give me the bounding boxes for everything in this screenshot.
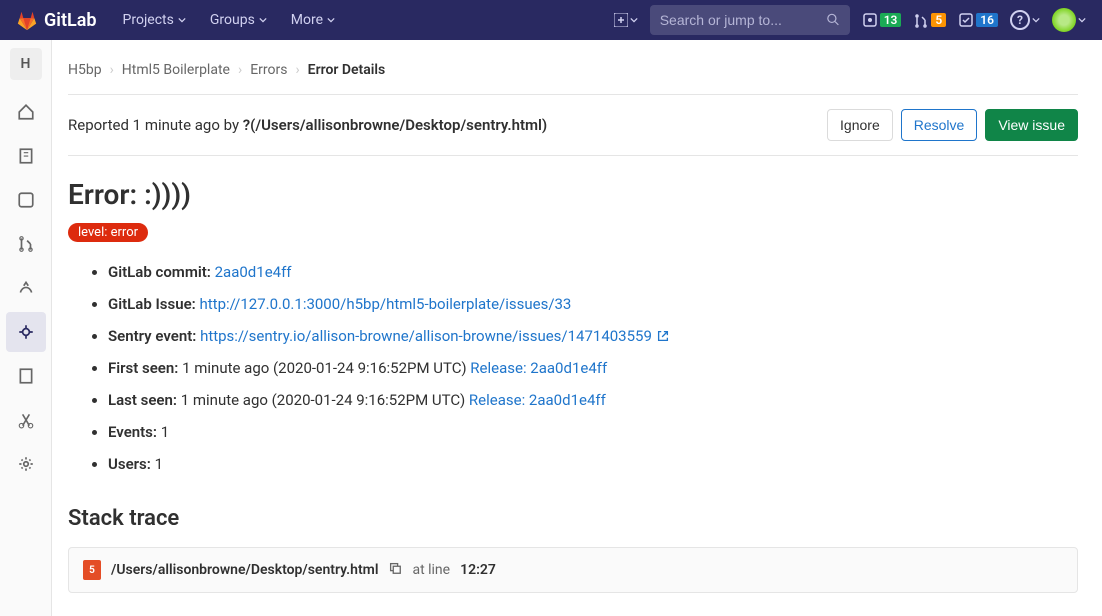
search-box[interactable] [650,5,850,35]
header-row: Reported 1 minute ago by ?(/Users/alliso… [68,94,1078,156]
sidebar-repository[interactable] [6,136,46,176]
issues-badge: 13 [880,13,902,27]
sidebar-operations[interactable] [6,312,46,352]
action-buttons: Ignore Resolve View issue [827,109,1078,141]
merge-request-icon [913,12,929,28]
main-content: H5bp › Html5 Boilerplate › Errors › Erro… [52,40,1102,616]
resolve-button[interactable]: Resolve [901,109,978,141]
sidebar-snippets[interactable] [6,400,46,440]
sentry-link[interactable]: https://sentry.io/allison-browne/allison… [200,327,652,345]
sidebar-settings[interactable] [6,444,46,484]
at-line-label: at line [412,562,450,578]
gitlab-icon [16,9,38,31]
left-sidebar: H [0,40,52,616]
first-release-link[interactable]: Release: 2aa0d1e4ff [470,359,607,377]
issues-icon [862,12,878,28]
chevron-down-icon [1032,16,1040,24]
navbar-left: GitLab Projects Groups More [16,6,345,34]
nav-more[interactable]: More [281,6,345,34]
new-menu[interactable] [614,13,638,27]
layout: H H5bp › Html5 Boilerplate › Errors › Er… [0,40,1102,616]
detail-events: Events: 1 [108,416,1078,448]
chevron-down-icon [1078,16,1086,24]
help-menu[interactable]: ? [1010,10,1040,30]
nav-projects[interactable]: Projects [113,6,196,34]
sidebar-ci[interactable] [6,268,46,308]
issue-link[interactable]: http://127.0.0.1:3000/h5bp/html5-boilerp… [200,295,572,313]
reported-text: Reported 1 minute ago by ?(/Users/alliso… [68,116,547,134]
chevron-down-icon [259,16,267,24]
level-badge: level: error [68,223,148,242]
mr-counter[interactable]: 5 [913,12,946,28]
navbar-right: 13 5 16 ? [614,5,1086,35]
brand-text: GitLab [44,10,97,31]
project-avatar[interactable]: H [10,48,42,80]
breadcrumb-sep: › [110,62,114,78]
chevron-down-icon [327,16,335,24]
breadcrumb-current: Error Details [308,62,386,78]
commit-link[interactable]: 2aa0d1e4ff [215,263,292,281]
todo-badge: 16 [976,13,998,27]
breadcrumb-sep: › [238,62,242,78]
issues-counter[interactable]: 13 [862,12,902,28]
search-icon [827,13,840,27]
ignore-button[interactable]: Ignore [827,109,893,141]
html5-icon: 5 [83,560,101,580]
detail-sentry: Sentry event: https://sentry.io/allison-… [108,320,1078,352]
search-input[interactable] [660,12,827,28]
breadcrumb-project[interactable]: Html5 Boilerplate [122,62,230,78]
sidebar-wiki[interactable] [6,356,46,396]
sidebar-overview[interactable] [6,92,46,132]
detail-last-seen: Last seen: 1 minute ago (2020-01-24 9:16… [108,384,1078,416]
stack-trace-title: Stack trace [68,506,1078,531]
line-number: 12:27 [460,562,496,578]
detail-first-seen: First seen: 1 minute ago (2020-01-24 9:1… [108,352,1078,384]
breadcrumb-errors[interactable]: Errors [250,62,287,78]
stack-frame: 5 /Users/allisonbrowne/Desktop/sentry.ht… [68,547,1078,593]
nav-groups[interactable]: Groups [200,6,277,34]
chevron-down-icon [630,16,638,24]
detail-users: Users: 1 [108,448,1078,480]
todo-counter[interactable]: 16 [958,12,998,28]
breadcrumb: H5bp › Html5 Boilerplate › Errors › Erro… [68,52,1078,94]
last-release-link[interactable]: Release: 2aa0d1e4ff [469,391,606,409]
breadcrumb-h5bp[interactable]: H5bp [68,62,102,78]
sidebar-merge-requests[interactable] [6,224,46,264]
details-list: GitLab commit: 2aa0d1e4ff GitLab Issue: … [68,256,1078,480]
gitlab-logo[interactable]: GitLab [16,9,97,31]
stack-path: /Users/allisonbrowne/Desktop/sentry.html [111,562,378,578]
help-icon: ? [1010,10,1030,30]
user-avatar [1052,8,1076,32]
mr-badge: 5 [931,13,946,27]
breadcrumb-sep: › [295,62,299,78]
chevron-down-icon [178,16,186,24]
detail-issue: GitLab Issue: http://127.0.0.1:3000/h5bp… [108,288,1078,320]
sidebar-issues[interactable] [6,180,46,220]
detail-commit: GitLab commit: 2aa0d1e4ff [108,256,1078,288]
todo-icon [958,12,974,28]
top-navbar: GitLab Projects Groups More 13 5 16 ? [0,0,1102,40]
view-issue-button[interactable]: View issue [985,109,1078,141]
copy-path-button[interactable] [388,561,402,579]
plus-icon [614,13,628,27]
error-title: Error: :)))) [68,178,1078,211]
external-link-icon [656,327,670,345]
user-menu[interactable] [1052,8,1086,32]
